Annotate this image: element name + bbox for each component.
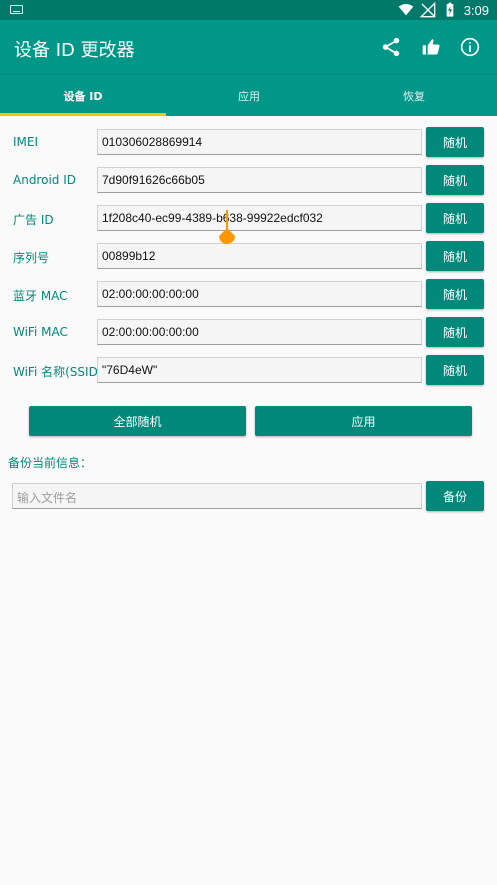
like-button[interactable] <box>418 34 444 60</box>
no-signal-icon <box>419 2 436 18</box>
wifi-mac-field[interactable]: 02:00:00:00:00:00 <box>97 319 422 345</box>
filename-input[interactable]: 输入文件名 <box>12 483 422 509</box>
bluetooth-mac-field[interactable]: 02:00:00:00:00:00 <box>97 281 422 307</box>
wifi-icon <box>398 4 414 16</box>
field-row-ad-id: 广告 ID 1f208c40-ec99-4389-b638-99922edcf0… <box>0 203 497 235</box>
keyboard-icon <box>10 5 23 14</box>
thumbs-up-icon <box>422 39 440 55</box>
random-imei-button[interactable]: 随机 <box>426 127 484 157</box>
tab-indicator <box>0 113 166 116</box>
app-title: 设备 ID 更改器 <box>14 40 135 61</box>
field-row-bluetooth-mac: 蓝牙 MAC 02:00:00:00:00:00 随机 <box>0 279 497 311</box>
field-label: Android ID <box>13 173 76 187</box>
android-id-field[interactable]: 7d90f91626c66b05 <box>97 167 422 193</box>
random-serial-button[interactable]: 随机 <box>426 241 484 271</box>
field-row-wifi-mac: WiFi MAC 02:00:00:00:00:00 随机 <box>0 317 497 349</box>
clock: 3:09 <box>463 2 489 18</box>
field-row-imei: IMEI 010306028869914 随机 <box>0 127 497 159</box>
imei-field[interactable]: 010306028869914 <box>97 129 422 155</box>
text-cursor-handle[interactable] <box>218 210 236 246</box>
tab-bar: 设备 ID 应用 恢复 <box>0 74 497 116</box>
ad-id-field[interactable]: 1f208c40-ec99-4389-b638-99922edcf032 <box>97 205 422 231</box>
random-bluetooth-mac-button[interactable]: 随机 <box>426 279 484 309</box>
random-ad-id-button[interactable]: 随机 <box>426 203 484 233</box>
field-row-ssid: WiFi 名称(SSID) "76D4eW" 随机 <box>0 355 497 387</box>
battery-charging-icon <box>446 2 454 17</box>
randomize-all-button[interactable]: 全部随机 <box>29 406 246 436</box>
ssid-field[interactable]: "76D4eW" <box>97 357 422 383</box>
tab-apps[interactable]: 应用 <box>166 75 332 117</box>
field-label: 序列号 <box>13 251 50 265</box>
backup-label: 备份当前信息： <box>8 456 93 470</box>
serial-field[interactable]: 00899b12 <box>97 243 422 269</box>
share-button[interactable] <box>378 34 404 60</box>
tab-device-id[interactable]: 设备 ID <box>0 75 166 117</box>
backup-button[interactable]: 备份 <box>426 481 484 511</box>
share-icon <box>382 37 400 57</box>
random-android-id-button[interactable]: 随机 <box>426 165 484 195</box>
info-button[interactable] <box>457 34 483 60</box>
field-label: WiFi MAC <box>13 325 68 339</box>
field-label: IMEI <box>13 135 39 149</box>
field-row-android-id: Android ID 7d90f91626c66b05 随机 <box>0 165 497 197</box>
random-ssid-button[interactable]: 随机 <box>426 355 484 385</box>
field-row-serial: 序列号 00899b12 随机 <box>0 241 497 273</box>
info-icon <box>460 37 480 57</box>
status-bar: 3:09 <box>0 0 497 20</box>
tab-restore[interactable]: 恢复 <box>331 75 497 117</box>
app-bar: 设备 ID 更改器 <box>0 20 497 74</box>
field-label: WiFi 名称(SSID) <box>13 365 103 379</box>
field-label: 广告 ID <box>13 213 54 227</box>
random-wifi-mac-button[interactable]: 随机 <box>426 317 484 347</box>
field-label: 蓝牙 MAC <box>13 289 68 303</box>
apply-button[interactable]: 应用 <box>255 406 472 436</box>
